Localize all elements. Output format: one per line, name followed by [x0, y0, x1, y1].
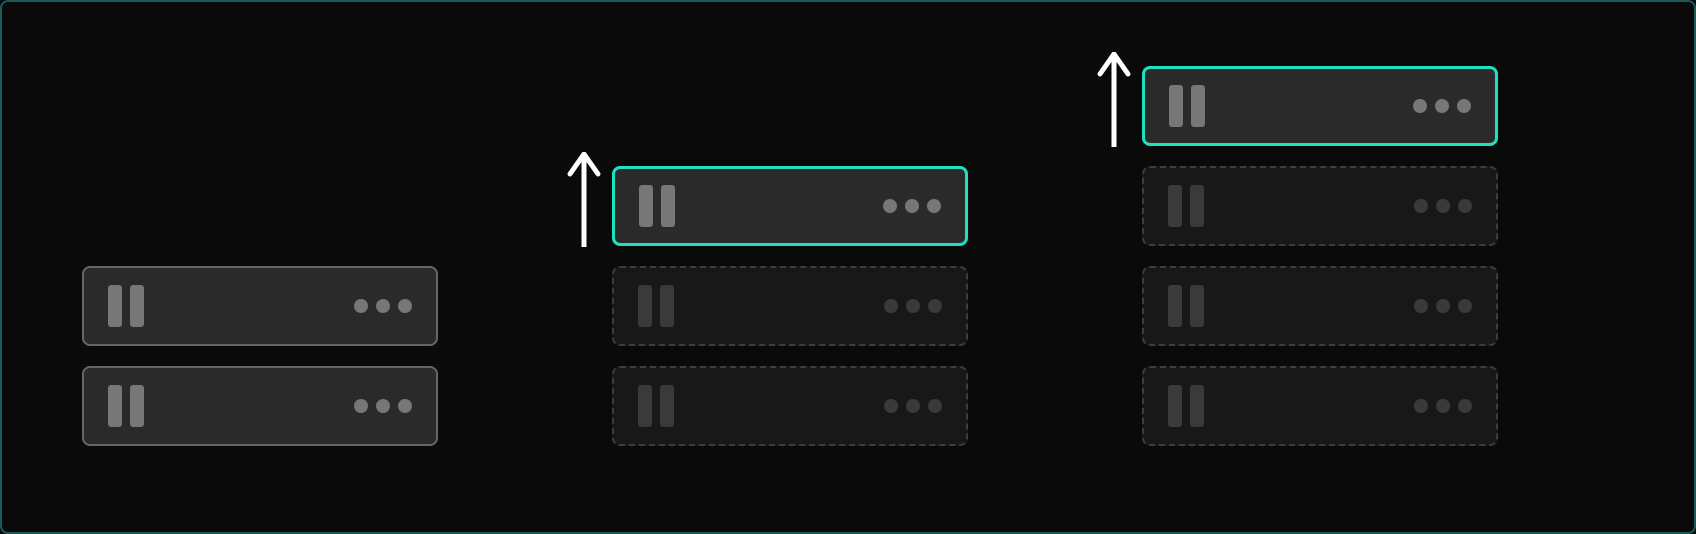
server-dots-icon	[1414, 199, 1472, 213]
server-dots-icon	[884, 299, 942, 313]
scale-up-arrow-icon	[564, 152, 604, 247]
server-dots-icon	[1413, 99, 1471, 113]
server-dots-icon	[354, 299, 412, 313]
stage-2-column	[612, 166, 968, 446]
server-dots-icon	[1414, 299, 1472, 313]
server-dots-icon	[883, 199, 941, 213]
scale-up-arrow-icon	[1094, 52, 1134, 147]
server-bars-icon	[638, 385, 674, 427]
server-unit-ghost	[1142, 266, 1498, 346]
server-bars-icon	[1168, 285, 1204, 327]
server-unit	[82, 366, 438, 446]
server-dots-icon	[1414, 399, 1472, 413]
stage-3-column	[1142, 66, 1498, 446]
server-unit-new	[1142, 66, 1498, 146]
server-unit-ghost	[1142, 166, 1498, 246]
server-unit-ghost	[612, 366, 968, 446]
server-unit-ghost	[1142, 366, 1498, 446]
scaling-diagram	[2, 2, 1694, 532]
server-unit	[82, 266, 438, 346]
server-dots-icon	[884, 399, 942, 413]
server-unit-new	[612, 166, 968, 246]
server-bars-icon	[108, 385, 144, 427]
server-bars-icon	[1168, 185, 1204, 227]
server-dots-icon	[354, 399, 412, 413]
server-bars-icon	[1169, 85, 1205, 127]
server-bars-icon	[639, 185, 675, 227]
server-bars-icon	[108, 285, 144, 327]
server-bars-icon	[1168, 385, 1204, 427]
server-bars-icon	[638, 285, 674, 327]
stage-1-column	[82, 266, 438, 446]
server-unit-ghost	[612, 266, 968, 346]
